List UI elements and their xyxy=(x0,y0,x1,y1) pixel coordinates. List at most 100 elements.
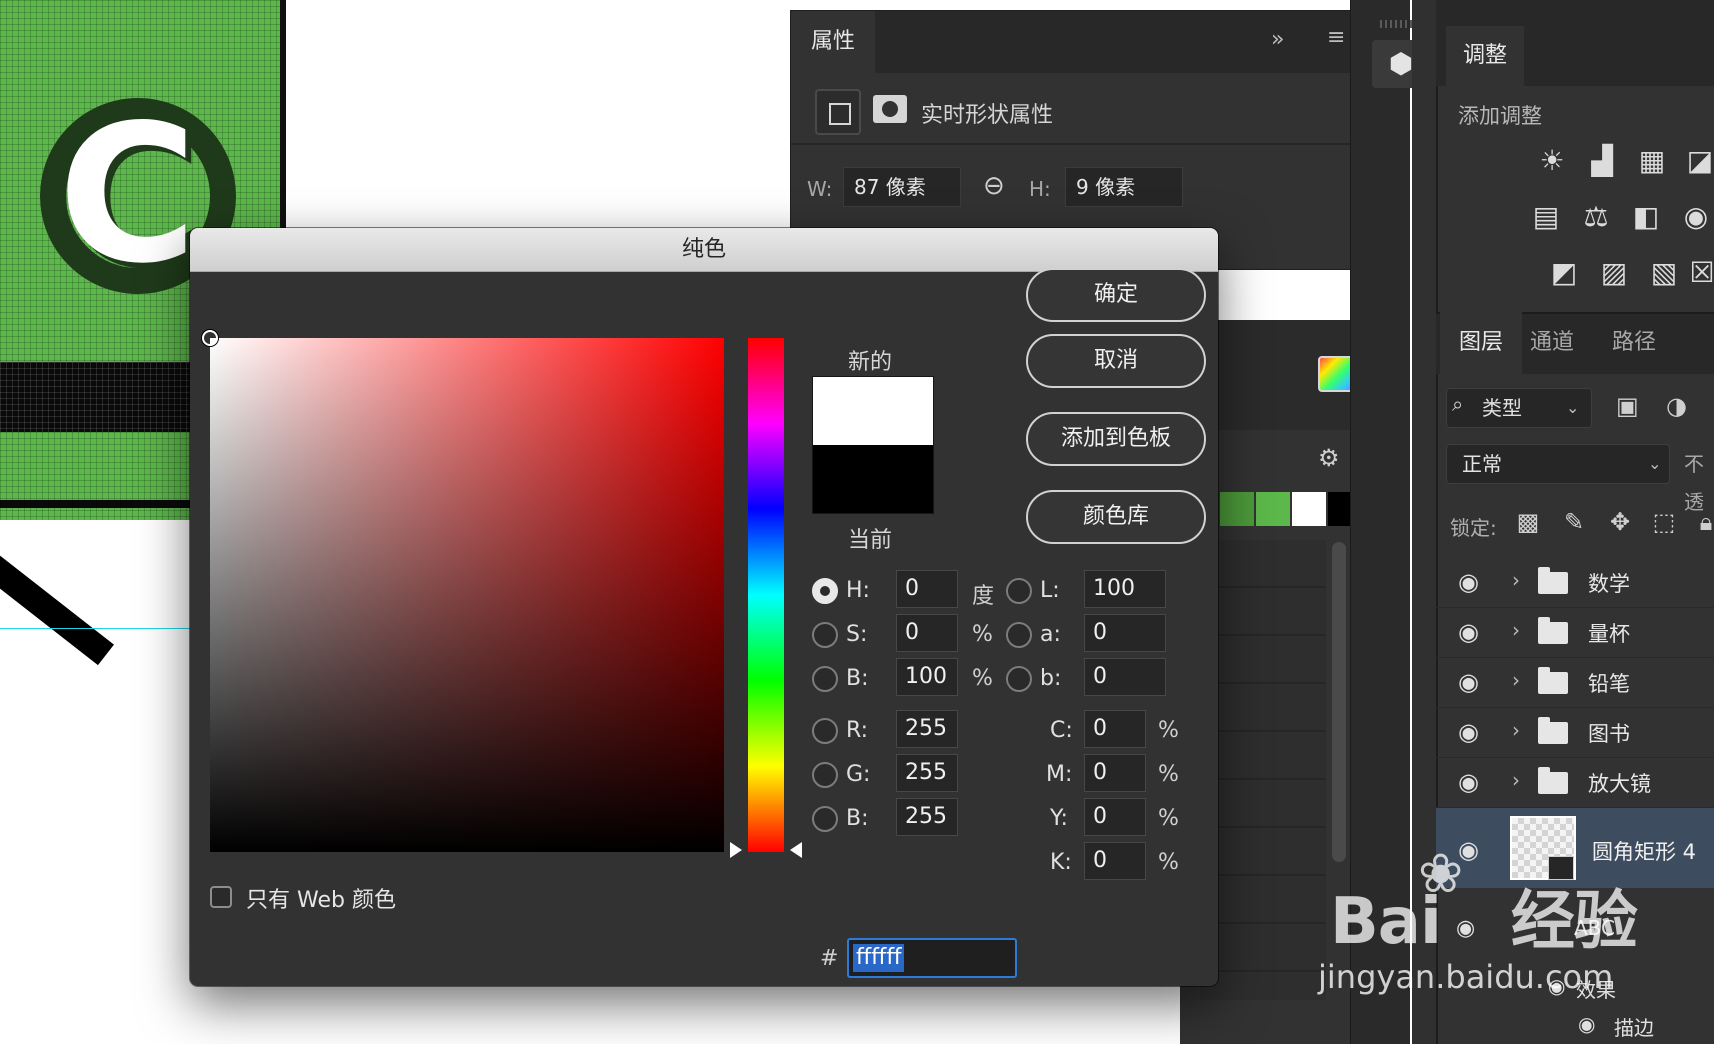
selective-color-icon[interactable]: ▧ xyxy=(1644,256,1684,289)
lab-b-input[interactable]: 0 xyxy=(1084,658,1166,696)
lock-move-icon[interactable]: ✥ xyxy=(1604,508,1636,536)
lock-all-icon[interactable]: 🔒︎ xyxy=(1690,508,1714,536)
hex-input[interactable]: ffffff xyxy=(847,938,1017,978)
radio-saturation[interactable] xyxy=(812,622,838,648)
tab-adjustments[interactable]: 调整 xyxy=(1446,26,1524,86)
lab-l-input[interactable]: 100 xyxy=(1084,570,1166,608)
brightness-unit: % xyxy=(972,666,993,691)
hue-input[interactable]: 0 xyxy=(896,570,958,608)
color-field-cursor[interactable] xyxy=(202,330,218,346)
blue-input[interactable]: 255 xyxy=(896,798,958,836)
color-libraries-button[interactable]: 颜色库 xyxy=(1026,490,1206,544)
radio-brightness[interactable] xyxy=(812,666,838,692)
layer-group-row[interactable]: ◉ › 图书 xyxy=(1436,708,1714,758)
layer-group-row[interactable]: ◉ › 量杯 xyxy=(1436,608,1714,658)
image-filter-icon[interactable]: ▣ xyxy=(1616,392,1639,420)
swatch-green[interactable] xyxy=(1256,492,1290,526)
balance-icon[interactable]: ⚖ xyxy=(1576,200,1616,233)
ok-button[interactable]: 确定 xyxy=(1026,268,1206,322)
green-input[interactable]: 255 xyxy=(896,754,958,792)
tab-layers[interactable]: 图层 xyxy=(1440,312,1522,374)
photo-filter-icon[interactable]: ◉ xyxy=(1676,200,1714,233)
radio-lab-a[interactable] xyxy=(1006,622,1032,648)
layer-name: 量杯 xyxy=(1588,622,1630,646)
folder-icon xyxy=(1538,717,1568,744)
eye-icon[interactable]: ◉ xyxy=(1458,718,1479,746)
lab-a-input[interactable]: 0 xyxy=(1084,614,1166,652)
chevron-right-icon[interactable]: › xyxy=(1512,568,1520,592)
eye-icon[interactable]: ◉ xyxy=(1578,1012,1595,1036)
transform-shape-icon[interactable] xyxy=(815,89,861,135)
curves-icon[interactable]: ▦ xyxy=(1632,144,1672,177)
magenta-label: M: xyxy=(1046,762,1073,787)
chevron-right-icon[interactable]: › xyxy=(1512,718,1520,742)
radio-red[interactable] xyxy=(812,718,838,744)
color-field[interactable] xyxy=(210,338,724,852)
lock-brush-icon[interactable]: ✎ xyxy=(1558,508,1590,536)
adjustment-filter-icon[interactable]: ◑ xyxy=(1666,392,1687,420)
lock-artboard-icon[interactable]: ⬚ xyxy=(1648,508,1680,536)
panel-menu-icon[interactable]: ≡ xyxy=(1327,25,1345,50)
gear-icon[interactable]: ⚙ xyxy=(1318,444,1340,472)
tab-properties[interactable]: 属性 xyxy=(791,11,875,73)
tab-channels[interactable]: 通道 xyxy=(1530,312,1574,374)
brightness-input[interactable]: 100 xyxy=(896,658,958,696)
web-only-checkbox[interactable] xyxy=(210,886,232,908)
posterize-icon[interactable]: ☒ xyxy=(1682,256,1714,289)
new-color-label: 新的 xyxy=(848,350,893,375)
black-white-icon[interactable]: ◧ xyxy=(1626,200,1666,233)
dialog-title[interactable]: 纯色 xyxy=(190,228,1218,272)
radio-green[interactable] xyxy=(812,762,838,788)
magenta-input[interactable]: 0 xyxy=(1084,754,1146,792)
layer-name: 铅笔 xyxy=(1588,672,1630,696)
add-to-swatches-button[interactable]: 添加到色板 xyxy=(1026,412,1206,466)
eye-icon[interactable]: ◉ xyxy=(1458,668,1479,696)
chevron-right-icon[interactable]: › xyxy=(1512,668,1520,692)
collapse-icon[interactable]: » xyxy=(1271,27,1284,52)
chevron-right-icon[interactable]: › xyxy=(1512,618,1520,642)
eye-icon[interactable]: ◉ xyxy=(1458,568,1479,596)
black-input[interactable]: 0 xyxy=(1084,842,1146,880)
radio-lab-b[interactable] xyxy=(1006,666,1032,692)
levels-icon[interactable]: ▟ xyxy=(1582,144,1622,177)
hue-slider-handle-right[interactable] xyxy=(790,842,802,858)
lock-label: 锁定: xyxy=(1450,516,1497,540)
mask-icon[interactable] xyxy=(873,95,907,123)
red-input[interactable]: 255 xyxy=(896,710,958,748)
saturation-input[interactable]: 0 xyxy=(896,614,958,652)
web-only-label[interactable]: 只有 Web 颜色 xyxy=(246,882,396,914)
tab-paths[interactable]: 路径 xyxy=(1612,312,1656,374)
radio-hue[interactable] xyxy=(812,578,838,604)
lock-transparent-icon[interactable]: ▩ xyxy=(1512,508,1544,536)
paw-icon: ❀ xyxy=(1418,842,1464,905)
chevron-right-icon[interactable]: › xyxy=(1512,768,1520,792)
scrollbar[interactable] xyxy=(1332,542,1346,862)
folder-icon xyxy=(1538,617,1568,644)
radio-lab-l[interactable] xyxy=(1006,578,1032,604)
layer-group-row[interactable]: ◉ › 铅笔 xyxy=(1436,658,1714,708)
swatch-white[interactable] xyxy=(1292,492,1326,526)
brightness-icon[interactable]: ☀ xyxy=(1532,144,1572,177)
layer-group-row[interactable]: ◉ › 数学 xyxy=(1436,558,1714,608)
yellow-input[interactable]: 0 xyxy=(1084,798,1146,836)
hue-slider-handle-left[interactable] xyxy=(730,842,742,858)
cancel-button[interactable]: 取消 xyxy=(1026,334,1206,388)
width-field[interactable]: 87 像素 xyxy=(843,167,961,207)
hue-label: H: xyxy=(846,578,870,603)
radio-blue[interactable] xyxy=(812,806,838,832)
invert-icon[interactable]: ◩ xyxy=(1544,256,1584,289)
swatch-green-dark[interactable] xyxy=(1220,492,1254,526)
hue-slider[interactable] xyxy=(748,338,784,852)
vibrance-icon[interactable]: ▤ xyxy=(1526,200,1566,233)
hue-unit: 度 xyxy=(972,584,995,609)
height-field[interactable]: 9 像素 xyxy=(1065,167,1183,207)
exposure-icon[interactable]: ◪ xyxy=(1680,144,1714,177)
link-icon[interactable]: ⊖ xyxy=(983,171,1005,201)
layer-group-row[interactable]: ◉ › 放大镜 xyxy=(1436,758,1714,808)
gradient-map-icon[interactable]: ▨ xyxy=(1594,256,1634,289)
current-color-swatch[interactable] xyxy=(813,445,933,513)
eye-icon[interactable]: ◉ xyxy=(1458,618,1479,646)
eye-icon[interactable]: ◉ xyxy=(1458,768,1479,796)
layer-name: 圆角矩形 4 xyxy=(1592,840,1697,864)
cyan-input[interactable]: 0 xyxy=(1084,710,1146,748)
